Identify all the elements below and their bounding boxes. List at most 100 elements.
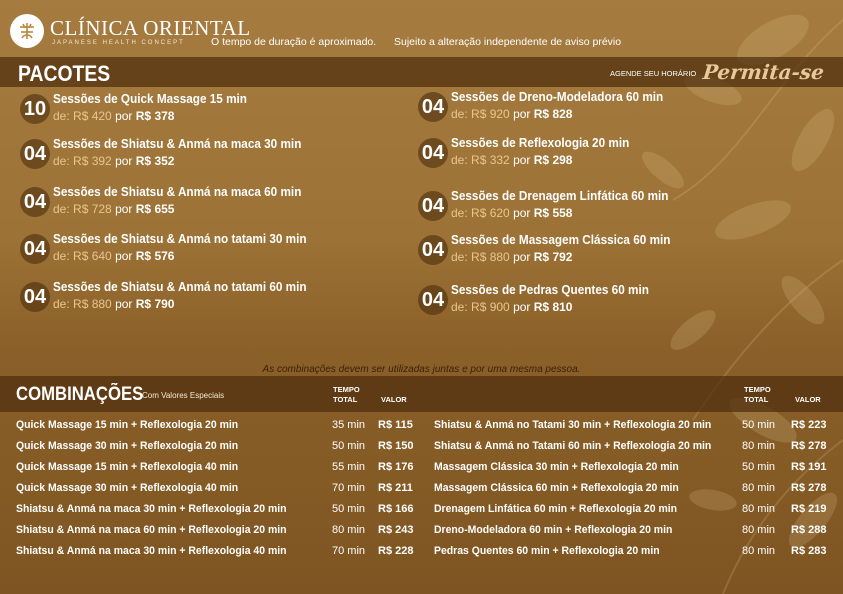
pacotes-header-bar: PACOTES AGENDE SEU HORÁRIO Permita-se [0, 57, 843, 87]
package-price: de: R$ 880 por R$ 792 [451, 250, 572, 264]
combo-name: Shiatsu & Anmá no Tatami 60 min + Reflex… [434, 440, 712, 452]
combo-time: 70 min [332, 545, 366, 557]
combo-row: Pedras Quentes 60 min + Reflexologia 20 … [434, 545, 834, 561]
combo-value: R$ 191 [791, 461, 827, 473]
price-to-label: por [115, 154, 133, 168]
price-to: R$ 576 [135, 249, 175, 263]
price-to: R$ 790 [135, 297, 175, 311]
combo-time: 50 min [332, 440, 366, 452]
combo-time: 50 min [332, 503, 366, 515]
combo-name: Shiatsu & Anmá na maca 30 min + Reflexol… [16, 503, 287, 515]
price-from-label: de: [53, 297, 70, 311]
slogan: Permita-se [701, 60, 826, 84]
combo-value: R$ 283 [791, 545, 827, 557]
combo-row: Shiatsu & Anmá na maca 30 min + Reflexol… [16, 545, 421, 561]
price-from-label: de: [451, 206, 468, 220]
combo-row: Quick Massage 15 min + Reflexologia 40 m… [16, 461, 421, 477]
combo-name: Shiatsu & Anmá na maca 60 min + Reflexol… [16, 524, 287, 536]
combo-row: Dreno-Modeladora 60 min + Reflexologia 2… [434, 524, 834, 540]
combo-name: Pedras Quentes 60 min + Reflexologia 20 … [434, 545, 660, 557]
combo-name: Quick Massage 30 min + Reflexologia 40 m… [16, 482, 239, 494]
package-price: de: R$ 880 por R$ 790 [53, 297, 174, 311]
col-header-value: VALOR [381, 395, 407, 404]
pacotes-title: PACOTES [18, 61, 111, 86]
price-to-label: por [115, 297, 133, 311]
price-from-label: de: [451, 107, 468, 121]
combo-row: Quick Massage 30 min + Reflexologia 20 m… [16, 440, 421, 456]
combo-time: 70 min [332, 482, 366, 494]
combo-row: Massagem Clássica 60 min + Reflexologia … [434, 482, 834, 498]
package-item: 04 Sessões de Dreno-Modeladora 60 min de… [418, 90, 818, 126]
price-to-label: por [115, 109, 133, 123]
package-item: 04 Sessões de Massagem Clássica 60 min d… [418, 233, 818, 269]
package-item: 04 Sessões de Shiatsu & Anmá na maca 30 … [20, 137, 400, 173]
package-qty: 04 [418, 191, 448, 221]
package-qty: 04 [418, 92, 448, 122]
package-name: Sessões de Quick Massage 15 min [53, 92, 247, 106]
combo-time: 80 min [742, 545, 776, 557]
package-name: Sessões de Shiatsu & Anmá no tatami 60 m… [53, 280, 307, 294]
package-name: Sessões de Dreno-Modeladora 60 min [451, 90, 664, 104]
brand-subtitle: JAPANESE HEALTH CONCEPT [52, 40, 185, 46]
price-to-label: por [513, 153, 531, 167]
package-qty: 10 [20, 94, 50, 124]
price-to: R$ 792 [533, 250, 573, 264]
combo-name: Quick Massage 15 min + Reflexologia 20 m… [16, 419, 239, 431]
combo-name: Dreno-Modeladora 60 min + Reflexologia 2… [434, 524, 673, 536]
combo-time: 80 min [742, 503, 776, 515]
combo-row: Shiatsu & Anmá na maca 30 min + Reflexol… [16, 503, 421, 519]
price-from-label: de: [451, 250, 468, 264]
price-from: R$ 728 [73, 202, 112, 216]
package-name: Sessões de Massagem Clássica 60 min [451, 233, 671, 247]
combo-time: 80 min [332, 524, 366, 536]
combinacoes-header-bar: COMBINAÇÕES Com Valores Especiais TEMPO … [0, 376, 843, 412]
price-from: R$ 332 [471, 153, 510, 167]
price-to: R$ 810 [533, 300, 573, 314]
combinacoes-title: COMBINAÇÕES [16, 384, 144, 405]
price-to: R$ 298 [533, 153, 573, 167]
price-to-label: por [513, 107, 531, 121]
combo-row: Shiatsu & Anmá no Tatami 30 min + Reflex… [434, 419, 834, 435]
header: CLÍNICA ORIENTAL JAPANESE HEALTH CONCEPT… [0, 0, 843, 56]
package-item: 10 Sessões de Quick Massage 15 min de: R… [20, 92, 400, 128]
price-to-label: por [513, 300, 531, 314]
combo-value: R$ 288 [791, 524, 827, 536]
price-change-note: Sujeito a alteração independente de avis… [394, 36, 622, 48]
price-from: R$ 640 [73, 249, 112, 263]
combo-row: Quick Massage 15 min + Reflexologia 20 m… [16, 419, 421, 435]
package-item: 04 Sessões de Pedras Quentes 60 min de: … [418, 283, 818, 319]
package-qty: 04 [418, 285, 448, 315]
price-from-label: de: [53, 154, 70, 168]
package-price: de: R$ 728 por R$ 655 [53, 202, 174, 216]
combo-time: 35 min [332, 419, 366, 431]
col-header-time-line2: TOTAL [744, 395, 769, 404]
price-from-label: de: [53, 109, 70, 123]
combo-time: 80 min [742, 482, 776, 494]
price-from: R$ 392 [73, 154, 112, 168]
price-from: R$ 900 [471, 300, 510, 314]
package-item: 04 Sessões de Shiatsu & Anmá no tatami 3… [20, 232, 400, 268]
combo-value: R$ 228 [378, 545, 414, 557]
package-qty: 04 [418, 235, 448, 265]
price-to: R$ 378 [135, 109, 175, 123]
combo-name: Drenagem Linfática 60 min + Reflexologia… [434, 503, 678, 515]
combo-value: R$ 211 [378, 482, 413, 494]
combo-row: Quick Massage 30 min + Reflexologia 40 m… [16, 482, 421, 498]
package-name: Sessões de Shiatsu & Anmá na maca 30 min [53, 137, 302, 151]
combo-value: R$ 176 [378, 461, 414, 473]
package-price: de: R$ 640 por R$ 576 [53, 249, 174, 263]
package-qty: 04 [20, 234, 50, 264]
package-price: de: R$ 392 por R$ 352 [53, 154, 174, 168]
package-name: Sessões de Shiatsu & Anmá no tatami 30 m… [53, 232, 307, 246]
price-from-label: de: [451, 153, 468, 167]
package-item: 04 Sessões de Drenagem Linfática 60 min … [418, 189, 818, 225]
price-from-label: de: [451, 300, 468, 314]
package-qty: 04 [20, 187, 50, 217]
duration-note: O tempo de duração é aproximado. [211, 36, 377, 48]
col-header-time: TEMPO TOTAL [333, 385, 360, 405]
price-to-label: por [513, 250, 531, 264]
package-qty: 04 [20, 139, 50, 169]
price-from: R$ 880 [471, 250, 510, 264]
price-to-label: por [115, 202, 133, 216]
combo-name: Shiatsu & Anmá no Tatami 30 min + Reflex… [434, 419, 712, 431]
